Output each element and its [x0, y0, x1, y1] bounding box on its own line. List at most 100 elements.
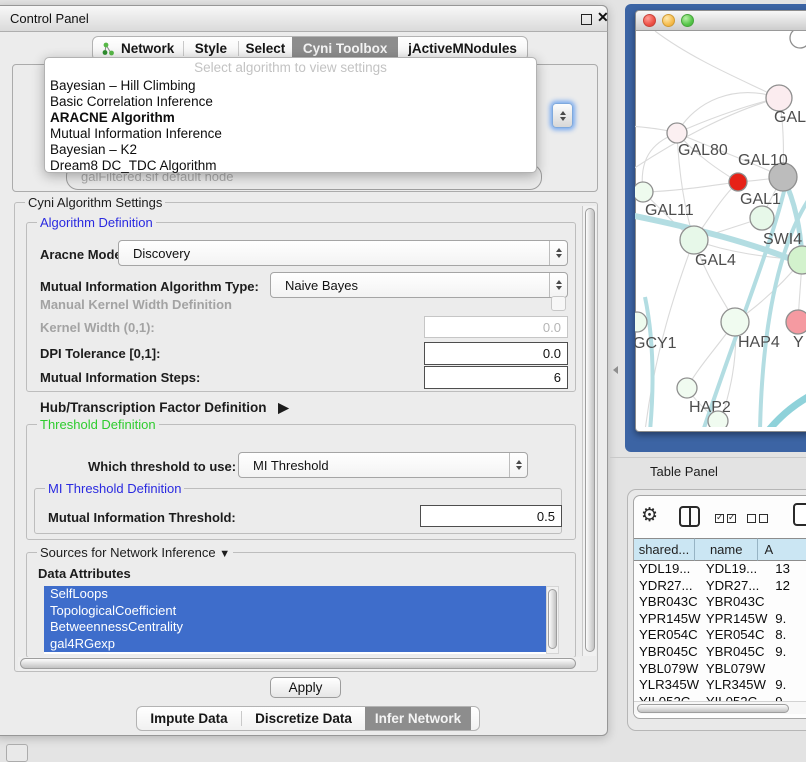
tab-infer-network[interactable]: Infer Network [365, 707, 471, 730]
network-node[interactable] [788, 246, 806, 274]
network-node[interactable] [708, 411, 728, 427]
hub-definition-expander[interactable]: Hub/Transcription Factor Definition ▶ [40, 400, 289, 416]
column-header-shared-name[interactable]: shared... [634, 538, 695, 561]
network-node[interactable] [729, 173, 747, 191]
network-node[interactable] [786, 310, 806, 334]
list-scrollbar[interactable] [546, 586, 559, 654]
data-attributes-list[interactable]: SelfLoopsTopologicalCoefficientBetweenne… [44, 586, 546, 654]
settings-vscrollbar-thumb[interactable] [585, 208, 595, 652]
table-row[interactable]: YIL052C YIL052C 9 [634, 694, 806, 701]
dpi-tolerance-field[interactable]: 0.0 [424, 342, 568, 365]
kernel-width-field[interactable]: 0.0 [424, 316, 568, 338]
dropdown-item[interactable]: Dream8 DC_TDC Algorithm [45, 158, 536, 174]
network-node[interactable] [677, 378, 697, 398]
selected-value: MI Threshold [239, 458, 509, 473]
float-window-icon[interactable] [581, 14, 592, 25]
splitter-collapse-icon[interactable] [613, 366, 618, 374]
dropdown-item[interactable]: Bayesian – K2 [45, 142, 536, 158]
table-row[interactable]: YDL19... YDL19... 13 [634, 561, 806, 578]
table-row[interactable]: YER054C YER054C 8. [634, 627, 806, 644]
algorithm-dropdown-popup: Select algorithm to view settings Bayesi… [44, 57, 537, 173]
mi-threshold-field[interactable]: 0.5 [420, 505, 562, 527]
which-threshold-select[interactable]: MI Threshold [238, 452, 528, 478]
network-node[interactable] [766, 85, 792, 111]
list-item-selected[interactable]: gal4RGexp [44, 636, 546, 653]
tab-label: Discretize Data [255, 711, 352, 726]
cell-value [772, 661, 806, 678]
select-all-icon[interactable] [715, 511, 739, 526]
mi-steps-field[interactable]: 6 [424, 366, 568, 389]
network-node-label: GAL [774, 109, 806, 126]
network-node[interactable] [750, 206, 774, 230]
combo-arrows-icon [549, 241, 567, 265]
network-node[interactable] [680, 226, 708, 254]
table-horizontal-scrollbar[interactable] [634, 701, 806, 714]
table-row[interactable]: YBR043C YBR043C [634, 594, 806, 611]
network-icon [102, 42, 115, 56]
settings-hscrollbar-thumb[interactable] [20, 658, 576, 669]
mi-steps-label: Mutual Information Steps: [40, 370, 200, 385]
toolbar-icon-partial[interactable] [793, 503, 806, 526]
split-view-icon[interactable] [679, 506, 700, 527]
table-row[interactable]: YLR345W YLR345W 9. [634, 677, 806, 694]
tab-label: Cyni Toolbox [303, 41, 388, 56]
cell-value: 8. [772, 627, 806, 644]
dropdown-item[interactable]: Basic Correlation Inference [45, 94, 536, 110]
network-nodes[interactable]: GALGAL80GAL10GAL11GAL1GAL4SWI4GCY1HAP4YH… [635, 31, 806, 427]
close-icon[interactable]: ✕ [597, 9, 609, 26]
table-hscrollbar-thumb[interactable] [637, 704, 789, 713]
algorithm-combobox-spinner[interactable] [552, 103, 573, 128]
cell-name: YIL052C [702, 694, 772, 701]
kernel-width-label: Kernel Width (0,1): [40, 320, 155, 335]
list-item-selected[interactable]: BetweennessCentrality [44, 619, 546, 636]
network-node[interactable] [635, 312, 647, 332]
table-row[interactable]: YBR045C YBR045C 9. [634, 644, 806, 661]
combo-arrows-icon [549, 273, 567, 297]
cell-shared-name: YDR27... [634, 578, 702, 595]
tab-discretize-data[interactable]: Discretize Data [242, 707, 365, 730]
cell-value: 9. [772, 677, 806, 694]
network-node[interactable] [790, 31, 806, 48]
mac-minimize-button[interactable] [662, 14, 675, 27]
table-row[interactable]: YBL079W YBL079W [634, 661, 806, 678]
dropdown-item-current[interactable]: ARACNE Algorithm [45, 110, 536, 126]
mac-close-button[interactable] [643, 14, 656, 27]
tab-impute-data[interactable]: Impute Data [137, 707, 241, 730]
list-item-selected[interactable]: TopologicalCoefficient [44, 603, 546, 620]
list-item-selected[interactable]: SelfLoops [44, 586, 546, 603]
cell-shared-name: YBL079W [634, 661, 702, 678]
column-header-partial[interactable]: A [758, 538, 806, 561]
cell-shared-name: YDL19... [634, 561, 702, 578]
dropdown-item[interactable]: Bayesian – Hill Climbing [45, 78, 536, 94]
bottom-left-partial-icon[interactable] [6, 744, 28, 762]
network-node[interactable] [721, 308, 749, 336]
settings-horizontal-scrollbar[interactable] [18, 657, 580, 671]
mi-algorithm-type-select[interactable]: Naive Bayes [270, 272, 568, 298]
deselect-all-icon[interactable] [747, 511, 771, 526]
group-title: MI Threshold Definition [45, 481, 184, 496]
table-panel-title: Table Panel [650, 464, 718, 479]
apply-button[interactable]: Apply [270, 677, 341, 698]
group-title: Algorithm Definition [37, 215, 156, 230]
settings-vertical-scrollbar[interactable] [582, 206, 596, 656]
manual-kernel-checkbox[interactable] [551, 296, 566, 311]
dropdown-item[interactable]: Mutual Information Inference [45, 126, 536, 142]
dropdown-placeholder: Select algorithm to view settings [45, 58, 536, 78]
cell-shared-name: YBR045C [634, 644, 702, 661]
column-header-name[interactable]: name [695, 538, 758, 561]
tab-label: Style [195, 41, 227, 56]
table-row[interactable]: YPR145W YPR145W 9. [634, 611, 806, 628]
gear-icon[interactable]: ⚙ [641, 504, 658, 526]
network-canvas[interactable]: GALGAL80GAL10GAL11GAL1GAL4SWI4GCY1HAP4YH… [635, 31, 806, 427]
tab-label: Infer Network [375, 711, 461, 726]
aracne-mode-label: Aracne Mode: [40, 247, 126, 262]
network-node[interactable] [667, 123, 687, 143]
expand-down-icon[interactable]: ▼ [219, 548, 230, 560]
tab-label: Impute Data [150, 711, 227, 726]
table-row[interactable]: YDR27... YDR27... 12 [634, 578, 806, 595]
network-node[interactable] [635, 182, 653, 202]
cell-name: YDL19... [702, 561, 772, 578]
mac-zoom-button[interactable] [681, 14, 694, 27]
aracne-mode-select[interactable]: Discovery [118, 240, 568, 266]
list-scrollbar-thumb[interactable] [548, 589, 557, 649]
